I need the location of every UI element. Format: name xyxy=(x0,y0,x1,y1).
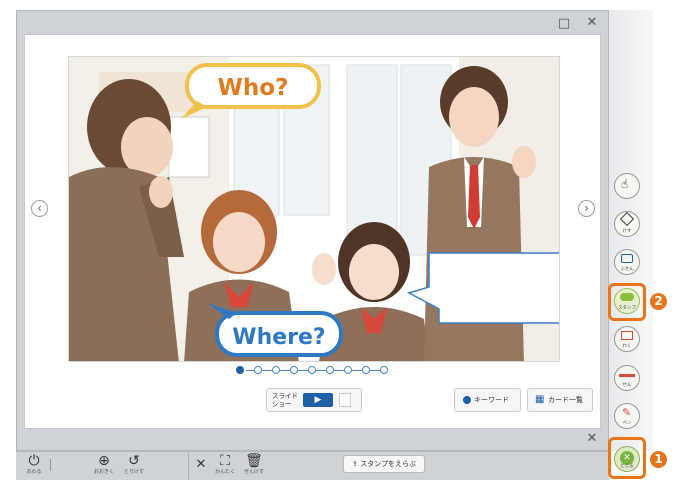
frame-label: わく xyxy=(622,344,632,349)
choose-stamp-label: スタンプをえらぶ xyxy=(360,460,416,468)
callout-number-1: 1 xyxy=(650,451,667,468)
power-icon: ⏻ xyxy=(28,453,40,469)
zoom-in-label: おおきく xyxy=(93,469,114,475)
sticky-note-label: ふせん xyxy=(620,267,634,272)
line-tool-button[interactable]: せん xyxy=(614,365,640,391)
choose-stamp-button[interactable]: ⇪ スタンプをえらぶ xyxy=(343,455,425,473)
slideshow-label: スライド ショー xyxy=(272,392,298,408)
page-dot-9[interactable] xyxy=(380,366,388,374)
grid-icon: ▦ xyxy=(535,394,545,405)
delete-all-tool[interactable]: 🗑 ぜんけす xyxy=(242,453,266,476)
close-window-button[interactable]: ✕ xyxy=(584,16,600,30)
close-stamp-panel-button[interactable]: ✕ xyxy=(584,432,600,446)
stamp-highlight-box xyxy=(608,283,646,321)
eraser-icon xyxy=(619,211,635,227)
sticky-note-icon xyxy=(621,254,633,263)
card-list-label: カード一覧 xyxy=(548,396,583,404)
zoom-in-tool[interactable]: ⊕ おおきく xyxy=(92,453,116,476)
classroom-drawing: Who? Where? xyxy=(69,57,559,361)
zoom-in-icon: ⊕ xyxy=(98,453,110,469)
hand-tool-button[interactable]: ☝ xyxy=(614,173,640,199)
slideshow-label-line2: ショー xyxy=(272,400,292,408)
previous-slide-button[interactable]: ‹ xyxy=(31,200,48,217)
page-dot-8[interactable] xyxy=(362,366,370,374)
pen-icon: ✎ xyxy=(622,406,632,419)
page-dot-5[interactable] xyxy=(308,366,316,374)
slideshow-play-button[interactable]: ▶ xyxy=(303,393,333,407)
slideshow-control: スライド ショー ▶ xyxy=(266,388,362,412)
exit-tool[interactable]: ⏻ おわる xyxy=(24,453,44,476)
sticky-note-tool-button[interactable]: ふせん xyxy=(614,249,640,275)
page-dot-7[interactable] xyxy=(344,366,352,374)
callout-number-2: 2 xyxy=(650,293,667,310)
pen-label: ペン xyxy=(622,421,632,426)
page-dot-4[interactable] xyxy=(290,366,298,374)
page-dot-3[interactable] xyxy=(272,366,280,374)
pen-tool-button[interactable]: ✎ ペン xyxy=(614,403,640,429)
toolbar-section-divider xyxy=(188,451,189,480)
select-frame-label: かんたく xyxy=(214,469,235,475)
who-bubble-text: Who? xyxy=(218,75,289,101)
eraser-tool-button[interactable]: けす xyxy=(614,211,640,237)
select-frame-icon: ⛶ xyxy=(220,453,230,469)
undo-tool[interactable]: ↺ とりけす xyxy=(122,453,146,476)
keyword-button[interactable]: キーワード xyxy=(454,388,521,412)
card-list-button[interactable]: ▦ カード一覧 xyxy=(527,388,593,412)
trash-icon: 🗑 xyxy=(245,453,263,469)
undo-icon: ↺ xyxy=(128,453,140,469)
close-icon: ✕ xyxy=(195,457,207,472)
keyword-label: キーワード xyxy=(474,396,509,404)
next-slide-button[interactable]: › xyxy=(578,200,595,217)
slideshow-label-line1: スライド xyxy=(272,392,298,400)
scene-illustration: Who? Where? xyxy=(68,56,560,362)
delete-all-label: ぜんけす xyxy=(243,469,264,475)
exit-label: おわる xyxy=(26,469,42,475)
page-dot-6[interactable] xyxy=(326,366,334,374)
page-dot-1[interactable] xyxy=(236,366,244,374)
toolbar-divider xyxy=(50,459,51,471)
select-frame-tool[interactable]: ⛶ かんたく xyxy=(214,453,236,476)
cancel-tool[interactable]: ✕ xyxy=(194,457,208,472)
line-label: せん xyxy=(622,383,632,388)
line-icon xyxy=(619,374,635,377)
page-dot-2[interactable] xyxy=(254,366,262,374)
frame-icon xyxy=(621,331,633,340)
upload-icon: ⇪ xyxy=(352,460,358,468)
keyword-icon xyxy=(463,396,471,404)
slideshow-stop-button[interactable] xyxy=(339,393,351,407)
hand-icon: ☝ xyxy=(621,177,629,191)
undo-label: とりけす xyxy=(123,469,144,475)
eraser-label: けす xyxy=(622,229,632,234)
restore-window-button[interactable]: □ xyxy=(556,17,572,31)
frame-tool-button[interactable]: わく xyxy=(614,326,640,352)
where-bubble-text: Where? xyxy=(232,325,325,350)
close-toolbar-highlight-box xyxy=(608,437,646,479)
